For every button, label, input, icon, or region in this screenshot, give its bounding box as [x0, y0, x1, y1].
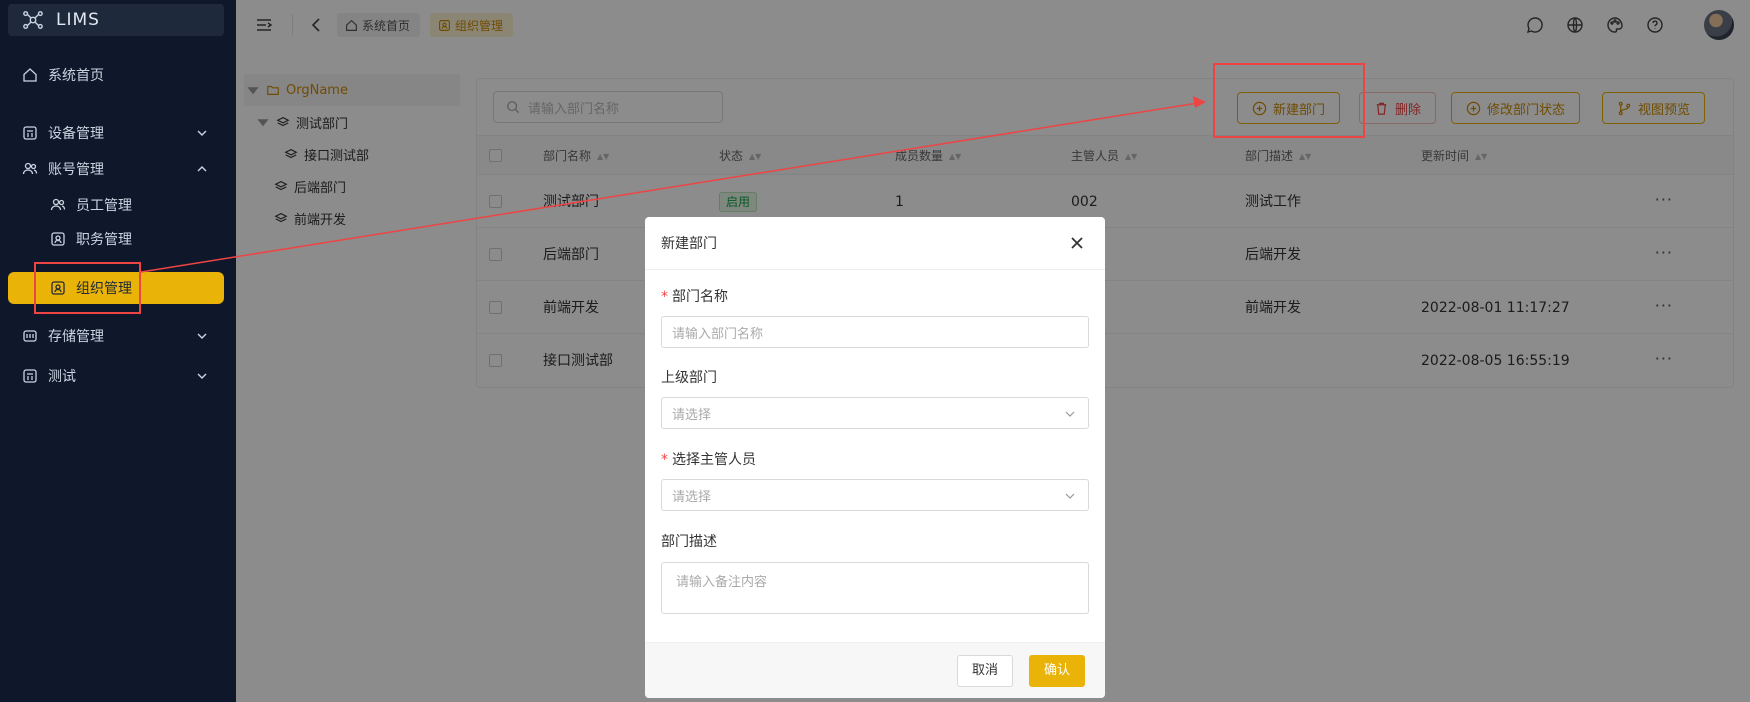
close-icon[interactable]	[1069, 235, 1085, 251]
label-text: 选择主管人员	[672, 452, 756, 468]
description-label: 部门描述	[661, 531, 717, 551]
chevron-down-icon	[1065, 493, 1075, 499]
department-name-label: * 部门名称	[661, 286, 728, 306]
required-mark: *	[661, 452, 668, 468]
department-name-input[interactable]: 请输入部门名称	[661, 316, 1089, 348]
select-placeholder: 请选择	[672, 407, 712, 423]
cancel-button[interactable]: 取消	[957, 655, 1014, 687]
label-text: 上级部门	[661, 370, 717, 386]
input-placeholder: 请输入部门名称	[672, 326, 764, 342]
sidebar-mask	[0, 0, 236, 702]
description-textarea[interactable]: 请输入备注内容	[661, 562, 1089, 614]
required-mark: *	[661, 289, 668, 305]
label-text: 部门描述	[661, 534, 717, 550]
label-text: 部门名称	[672, 289, 728, 305]
manager-label: * 选择主管人员	[661, 449, 756, 469]
dialog-footer: 取消 确认	[645, 642, 1105, 698]
new-department-dialog: 新建部门 * 部门名称 请输入部门名称 上级部门 请选择 * 选择主管人员 请选择 …	[645, 217, 1105, 698]
select-placeholder: 请选择	[672, 489, 712, 505]
textarea-placeholder: 请输入备注内容	[676, 575, 768, 590]
dialog-title: 新建部门	[661, 236, 717, 252]
chevron-down-icon	[1065, 411, 1075, 417]
parent-department-label: 上级部门	[661, 367, 717, 387]
annotation-box-new-button	[1213, 63, 1365, 138]
annotation-box-sidebar	[34, 262, 141, 314]
dialog-header: 新建部门	[645, 217, 1105, 270]
confirm-button[interactable]: 确认	[1029, 655, 1086, 687]
manager-select[interactable]: 请选择	[661, 479, 1089, 511]
parent-department-select[interactable]: 请选择	[661, 397, 1089, 429]
